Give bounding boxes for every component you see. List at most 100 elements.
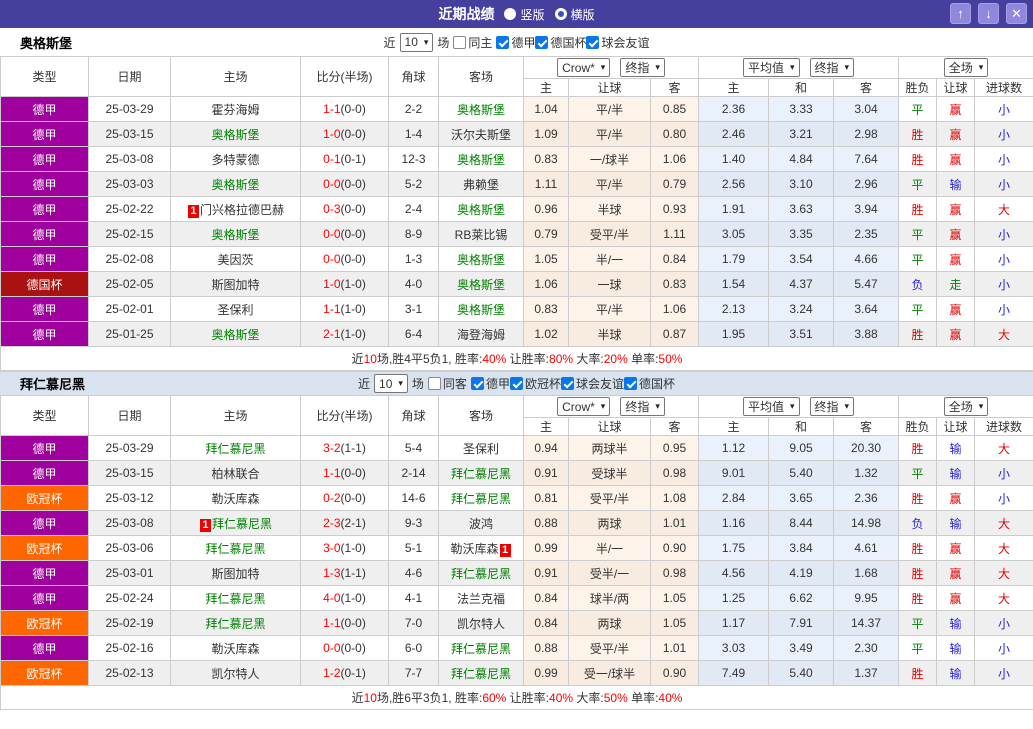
close-button[interactable]: ✕ (1006, 3, 1027, 24)
team-name-link[interactable]: 奥格斯堡 (211, 228, 259, 242)
subcol-outcome: 胜负 (898, 417, 938, 436)
view-horizontal-radio[interactable]: 横版 (554, 6, 595, 23)
filter-suffix: 场 (411, 377, 424, 391)
move-down-button[interactable]: ↓ (978, 3, 999, 24)
radio-checked-icon[interactable] (554, 8, 567, 20)
team-title: 拜仁慕尼黑 (20, 377, 86, 392)
match-row: 德甲 25-03-29 霍芬海姆 1-1(0-0) 2-2 奥格斯堡 1.04 平/半 0.85… (0, 96, 1033, 122)
team-name-link[interactable]: 拜仁慕尼黑 (205, 442, 265, 456)
league-filter-德国杯[interactable]: 德国杯 (623, 375, 675, 392)
euro-source-select[interactable]: 平均值 ▾ (742, 58, 800, 77)
eu-away-odds: 4.61 (832, 535, 900, 561)
match-row: 德甲 25-02-08 美因茨 0-0(0-0) 1-3 奥格斯堡 1.05 半/一 0.84 1… (0, 246, 1033, 272)
team-name-link[interactable]: 弗赖堡 (463, 178, 499, 192)
chevron-down-icon: ▾ (978, 62, 984, 72)
team-name-link[interactable]: 海登海姆 (457, 328, 505, 342)
radio-unchecked-icon[interactable] (504, 8, 517, 20)
league-filter-球会友谊[interactable]: 球会友谊 (560, 375, 624, 392)
euro-time-select[interactable]: 终指 ▾ (809, 58, 855, 77)
euro-time-select[interactable]: 终指 ▾ (809, 397, 855, 416)
eu-away-odds: 4.66 (832, 246, 900, 272)
checkbox-unchecked-icon[interactable] (427, 377, 441, 390)
team-name-link[interactable]: RB莱比锡 (455, 228, 508, 242)
match-row: 德甲 25-02-01 圣保利 1-1(1-0) 3-1 奥格斯堡 0.83 平/半 1.06 2… (0, 296, 1033, 322)
same-venue-filter[interactable]: 同主 (453, 34, 492, 51)
team-name-link[interactable]: 奥格斯堡 (211, 328, 259, 342)
team-name-link[interactable]: 奥格斯堡 (211, 178, 259, 192)
match-date: 25-03-01 (88, 560, 171, 586)
team-name-link[interactable]: 凯尔特人 (211, 667, 259, 681)
league-filter-德国杯[interactable]: 德国杯 (535, 34, 586, 51)
team-name-link[interactable]: 奥格斯堡 (457, 153, 505, 167)
euro-source-select[interactable]: 平均值 ▾ (742, 397, 800, 416)
scope-select[interactable]: 全场 ▾ (943, 58, 989, 77)
team-name-link[interactable]: 奥格斯堡 (457, 303, 505, 317)
team-name-link[interactable]: 门兴格拉德巴赫 (200, 203, 284, 217)
team-name-link[interactable]: 美因茨 (217, 253, 253, 267)
checkbox-checked-icon[interactable] (496, 35, 510, 49)
ah-away-odds: 1.01 (650, 510, 699, 536)
team-name-link[interactable]: 拜仁慕尼黑 (451, 467, 511, 481)
bookmaker-select[interactable]: Crow* ▾ (557, 397, 611, 416)
eu-away-odds: 1.32 (832, 460, 900, 486)
checkbox-checked-icon[interactable] (560, 377, 574, 390)
result-goals: 小 (974, 146, 1033, 172)
team-name-link[interactable]: 奥格斯堡 (457, 203, 505, 217)
team-name-link[interactable]: 勒沃库森 (211, 492, 259, 506)
team-name-link[interactable]: 拜仁慕尼黑 (205, 617, 265, 631)
same-venue-filter[interactable]: 同客 (427, 375, 467, 392)
team-name-link[interactable]: 拜仁慕尼黑 (212, 517, 272, 531)
league-filter-球会友谊[interactable]: 球会友谊 (586, 34, 649, 51)
bookmaker-select[interactable]: Crow* ▾ (557, 58, 611, 77)
ah-home-odds: 0.91 (523, 460, 569, 486)
team-name-link[interactable]: 拜仁慕尼黑 (205, 542, 265, 556)
team-name-link[interactable]: 拜仁慕尼黑 (451, 492, 511, 506)
league-filter-德甲[interactable]: 德甲 (470, 375, 510, 392)
view-vertical-radio[interactable]: 竖版 (504, 6, 545, 23)
match-row: 德甲 25-02-16 勒沃库森 0-0(0-0) 6-0 拜仁慕尼黑 0.88 受平/半 1.… (0, 635, 1033, 661)
league-filter-欧冠杯[interactable]: 欧冠杯 (509, 375, 561, 392)
scope-select[interactable]: 全场 ▾ (943, 397, 989, 416)
home-team: 拜仁慕尼黑 (170, 585, 301, 611)
checkbox-checked-icon[interactable] (623, 377, 637, 390)
team-name-link[interactable]: 勒沃库森 (450, 542, 498, 556)
team-name-link[interactable]: 斯图加特 (211, 567, 259, 581)
team-name-link[interactable]: 柏林联合 (211, 467, 259, 481)
team-name-link[interactable]: 奥格斯堡 (211, 128, 259, 142)
team-name-link[interactable]: 凯尔特人 (457, 617, 505, 631)
team-name-link[interactable]: 奥格斯堡 (457, 103, 505, 117)
move-up-button[interactable]: ↑ (950, 3, 971, 24)
team-name-link[interactable]: 奥格斯堡 (457, 253, 505, 267)
checkbox-checked-icon[interactable] (535, 35, 549, 49)
team-name-link[interactable]: 奥格斯堡 (457, 278, 505, 292)
checkbox-checked-icon[interactable] (509, 377, 523, 390)
team-name-link[interactable]: 拜仁慕尼黑 (451, 567, 511, 581)
score: 1-3(1-1) (300, 560, 389, 586)
team-name-link[interactable]: 法兰克福 (457, 592, 505, 606)
eu-away-odds: 1.68 (832, 560, 900, 586)
eu-home-odds: 2.56 (698, 171, 769, 197)
team-name-link[interactable]: 多特蒙德 (211, 153, 259, 167)
match-count-select[interactable]: 10 ▾ (399, 32, 434, 52)
match-count-select[interactable]: 10 ▾ (374, 374, 408, 393)
checkbox-unchecked-icon[interactable] (453, 35, 467, 49)
corner-score: 9-3 (388, 510, 439, 536)
team-name-link[interactable]: 霍芬海姆 (211, 103, 259, 117)
team-name-link[interactable]: 拜仁慕尼黑 (451, 642, 511, 656)
team-name-link[interactable]: 波鸿 (469, 517, 493, 531)
team-name-link[interactable]: 圣保利 (463, 442, 499, 456)
team-name-link[interactable]: 拜仁慕尼黑 (451, 667, 511, 681)
team-title: 奥格斯堡 (20, 35, 73, 51)
handicap-time-select[interactable]: 终指 ▾ (620, 397, 665, 416)
team-name-link[interactable]: 拜仁慕尼黑 (205, 592, 265, 606)
away-team: 奥格斯堡 (438, 146, 524, 172)
checkbox-checked-icon[interactable] (470, 377, 484, 390)
checkbox-checked-icon[interactable] (586, 35, 600, 49)
team-name-link[interactable]: 圣保利 (217, 303, 253, 317)
team-name-link[interactable]: 斯图加特 (211, 278, 259, 292)
handicap-time-select[interactable]: 终指 ▾ (620, 58, 665, 77)
team-name-link[interactable]: 沃尔夫斯堡 (451, 128, 511, 142)
league-filter-德甲[interactable]: 德甲 (496, 34, 535, 51)
red-card-badge: 1 (199, 518, 211, 532)
team-name-link[interactable]: 勒沃库森 (211, 642, 259, 656)
